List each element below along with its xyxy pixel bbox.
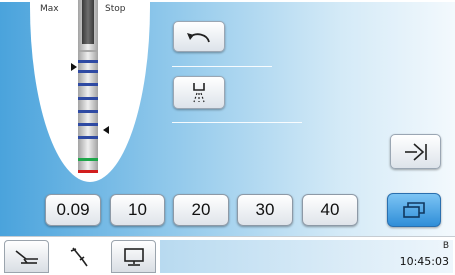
chair-icon xyxy=(15,249,38,264)
undo-arrow-icon xyxy=(187,32,210,42)
status-mode: B xyxy=(442,241,449,251)
gauge-tick xyxy=(78,70,98,73)
value-button-30[interactable]: 30 xyxy=(237,194,293,226)
spray-icon xyxy=(193,82,205,102)
max-marker-icon xyxy=(71,63,77,71)
gauge-tick xyxy=(78,83,98,86)
file-length-gauge: Max Stop xyxy=(30,0,150,182)
window-switch-button[interactable] xyxy=(387,193,441,227)
enter-arrow-icon xyxy=(404,142,427,161)
value-button-0-09[interactable]: 0.09 xyxy=(45,194,101,226)
instrument-icon xyxy=(70,246,88,266)
file-handle xyxy=(82,0,94,44)
max-label: Max xyxy=(40,4,59,14)
tab-monitor[interactable] xyxy=(111,240,156,273)
value-button-10[interactable]: 10 xyxy=(110,194,165,226)
divider xyxy=(172,122,302,123)
monitor-icon xyxy=(123,247,144,266)
treatment-screen: Max Stop 0.09 10 20 30 40 B 10:45:03 xyxy=(0,0,455,275)
gauge-tick-red xyxy=(78,170,98,173)
value-button-20[interactable]: 20 xyxy=(173,194,229,226)
tab-chair[interactable] xyxy=(4,240,49,273)
bottom-bar: B 10:45:03 xyxy=(0,236,455,275)
gauge-tick xyxy=(78,110,98,113)
gauge-tick xyxy=(78,50,98,52)
enter-button[interactable] xyxy=(390,134,441,169)
gauge-tick xyxy=(78,136,98,139)
tab-instrument[interactable] xyxy=(55,240,105,273)
gauge-tick-green xyxy=(78,158,98,161)
window-switch-icon xyxy=(403,202,425,218)
value-button-40[interactable]: 40 xyxy=(302,194,358,226)
spray-button[interactable] xyxy=(173,76,225,109)
stop-label: Stop xyxy=(105,4,126,14)
gauge-tick xyxy=(78,60,98,63)
gauge-tick xyxy=(78,97,98,100)
status-panel: B 10:45:03 xyxy=(160,240,453,273)
gauge-tick xyxy=(78,123,98,126)
stop-marker-icon xyxy=(103,126,109,134)
undo-button[interactable] xyxy=(173,21,225,52)
divider xyxy=(172,66,272,67)
status-time: 10:45:03 xyxy=(399,255,449,268)
